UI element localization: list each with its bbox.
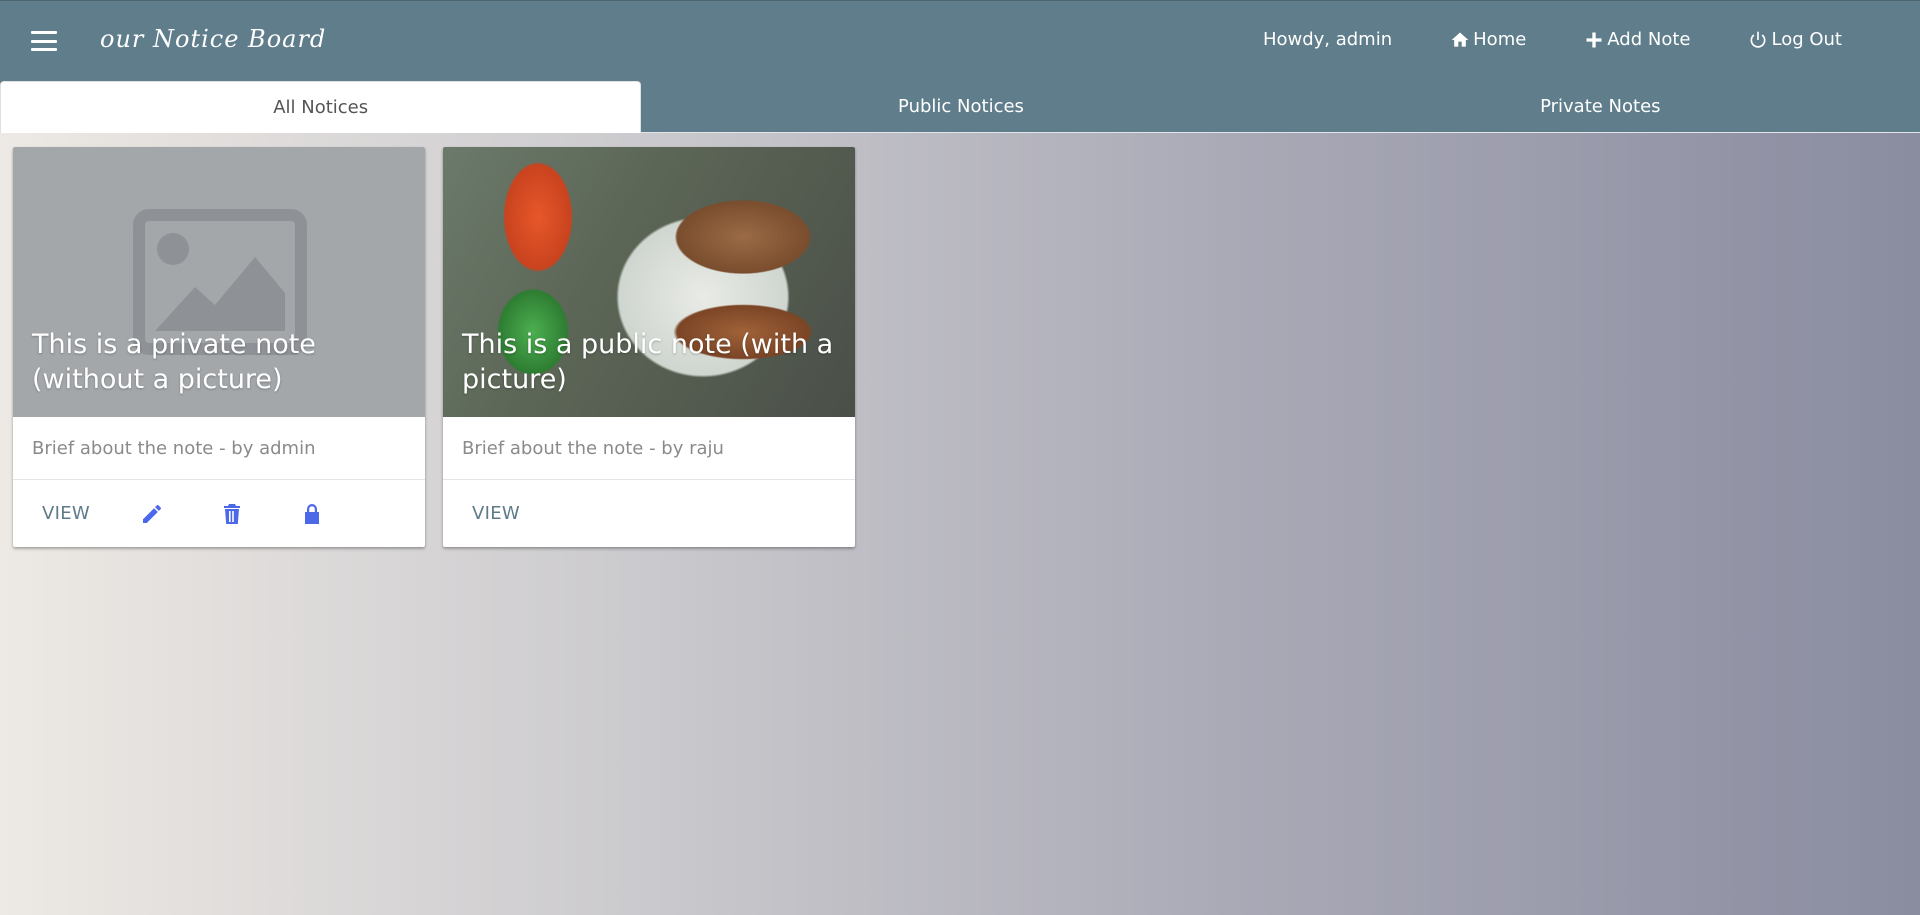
add-note-link[interactable]: Add Note xyxy=(1584,29,1690,50)
plus-icon xyxy=(1586,32,1602,47)
tab-all-notices[interactable]: All Notices xyxy=(0,81,642,133)
home-link-label: Home xyxy=(1473,29,1527,50)
tab-public-notices[interactable]: Public Notices xyxy=(641,81,1281,133)
add-note-label: Add Note xyxy=(1607,29,1691,50)
note-brief: Brief about the note - by admin xyxy=(13,417,425,480)
lock-icon[interactable] xyxy=(300,502,324,526)
home-link[interactable]: Home xyxy=(1450,29,1526,50)
view-button[interactable]: VIEW xyxy=(42,503,90,524)
power-icon xyxy=(1750,31,1766,48)
view-button[interactable]: VIEW xyxy=(472,503,520,524)
note-title: This is a public note (with a picture) xyxy=(462,329,834,395)
note-image-placeholder: This is a private note (without a pictur… xyxy=(13,147,425,417)
notice-tabs: All Notices Public Notices Private Notes xyxy=(0,81,1920,133)
note-actions: VIEW xyxy=(13,480,425,547)
user-greeting: Howdy, admin xyxy=(1262,29,1393,50)
note-card: This is a private note (without a pictur… xyxy=(13,147,425,547)
trash-icon[interactable] xyxy=(220,502,244,526)
note-photo: This is a public note (with a picture) xyxy=(443,147,855,417)
note-actions: VIEW xyxy=(443,480,855,547)
tab-private-notes[interactable]: Private Notes xyxy=(1280,81,1920,133)
header-nav: Howdy, admin Home Add Note Log Out xyxy=(1263,29,1842,50)
note-card: This is a public note (with a picture) B… xyxy=(443,147,855,547)
home-icon xyxy=(1451,32,1469,47)
app-header: our Notice Board Howdy, admin Home Add N… xyxy=(0,0,1920,133)
app-brand: our Notice Board xyxy=(100,25,327,53)
note-title: This is a private note (without a pictur… xyxy=(32,329,316,395)
hamburger-menu-icon[interactable] xyxy=(31,31,57,51)
logout-label: Log Out xyxy=(1771,29,1842,50)
note-brief: Brief about the note - by raju xyxy=(443,417,855,480)
logout-link[interactable]: Log Out xyxy=(1748,29,1842,50)
edit-icon[interactable] xyxy=(140,502,164,526)
